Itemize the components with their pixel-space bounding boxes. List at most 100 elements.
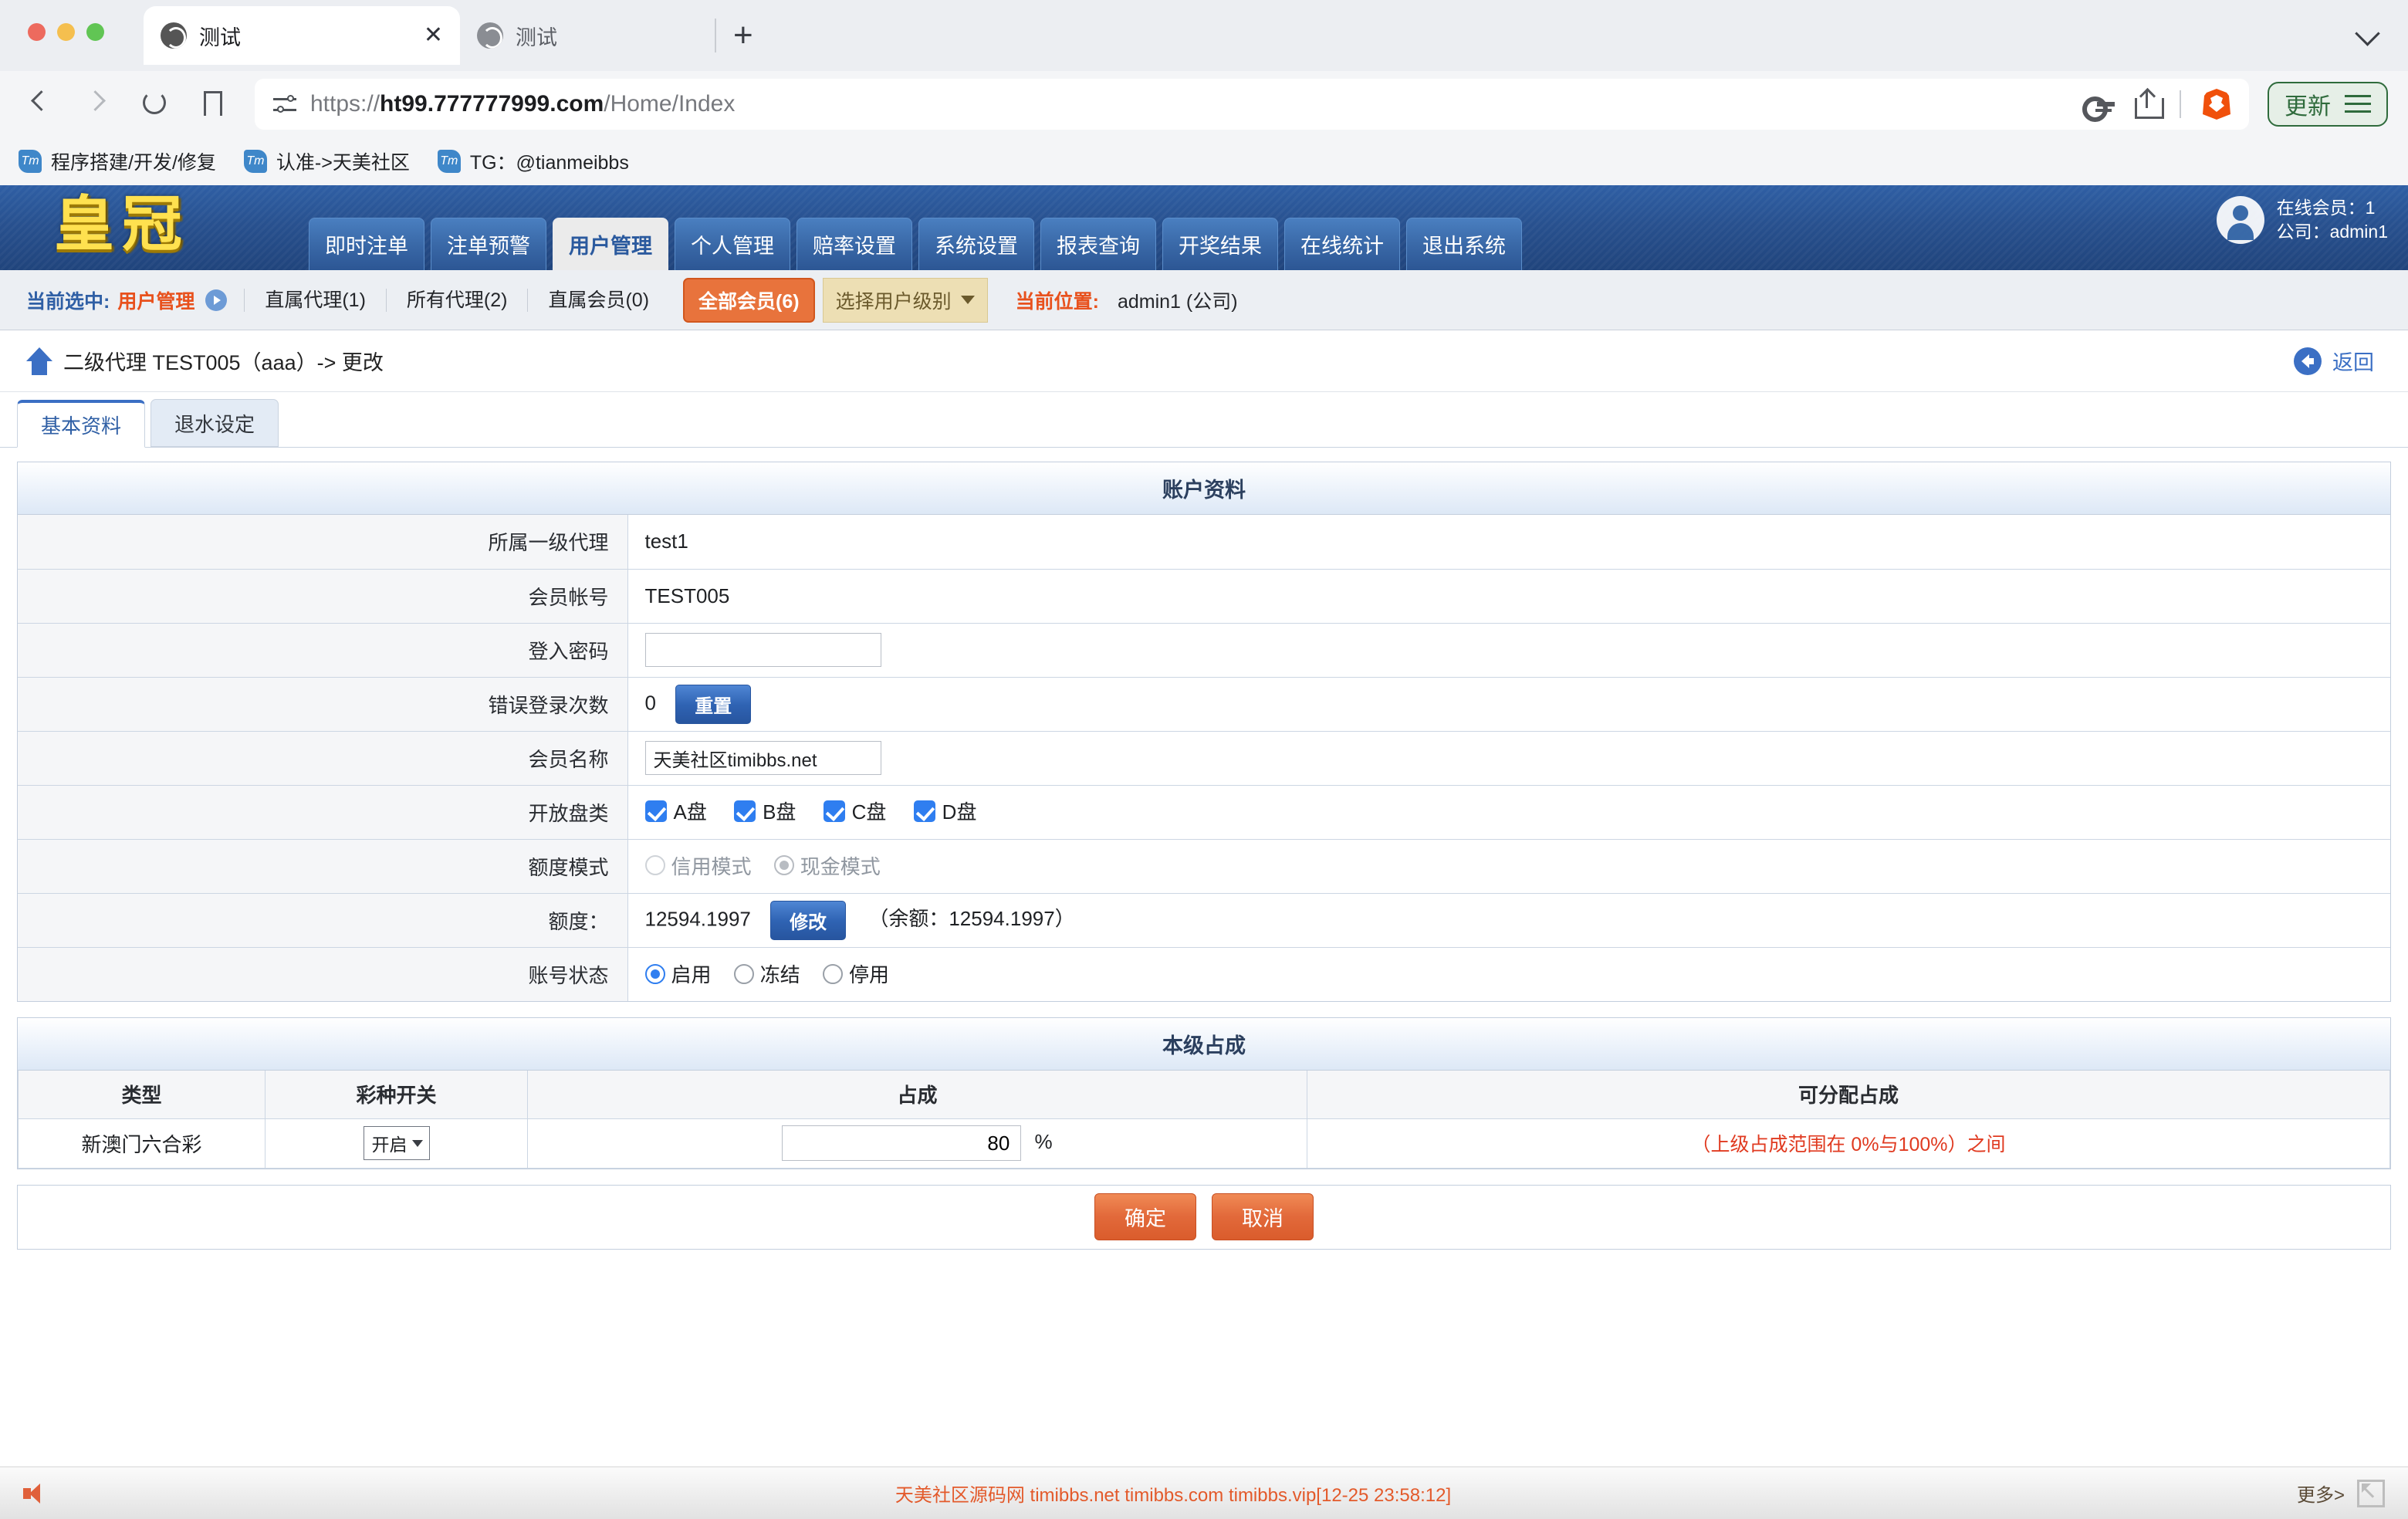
account-value: TEST005 — [644, 584, 730, 607]
site-logo: 皇冠 — [54, 190, 191, 259]
new-tab-button[interactable]: + — [733, 18, 753, 52]
cancel-button[interactable]: 取消 — [1212, 1193, 1314, 1240]
subnav-direct-agents[interactable]: 直属代理(1) — [244, 288, 386, 312]
table-row: 额度模式 信用模式 现金模式 — [18, 839, 2390, 893]
tab-rebate-settings[interactable]: 退水设定 — [150, 399, 279, 447]
tab-basic-info[interactable]: 基本资料 — [17, 400, 146, 448]
bookmark-item[interactable]: Tm 程序搭建/开发/修复 — [19, 147, 216, 175]
footer-more-link[interactable]: 更多> — [2297, 1479, 2385, 1507]
bookmark-item[interactable]: Tm 认准->天美社区 — [243, 147, 410, 175]
chevron-down-icon — [960, 296, 975, 304]
minimize-window-button[interactable] — [57, 23, 75, 41]
radio-credit-mode[interactable]: 信用模式 — [644, 851, 752, 880]
checkbox-b-pan[interactable]: B盘 — [734, 797, 796, 825]
quota-edit-button[interactable]: 修改 — [770, 900, 847, 940]
share-percent-input[interactable] — [782, 1125, 1022, 1161]
share-allocation-card: 本级占成 类型 彩种开关 占成 可分配占成 新澳门六合彩 开启 80 % （上级… — [17, 1017, 2391, 1169]
nav-tab-odds-settings[interactable]: 赔率设置 — [796, 218, 912, 270]
bookmark-button[interactable] — [187, 80, 236, 129]
reset-button[interactable]: 重置 — [675, 684, 752, 724]
subnav-all-agents[interactable]: 所有代理(2) — [385, 288, 528, 312]
chevron-down-icon[interactable] — [2357, 22, 2379, 43]
tab-close-icon[interactable]: ✕ — [424, 24, 443, 47]
page-footer: 天美社区源码网 timibbs.net timibbs.com timibbs.… — [0, 1467, 2408, 1519]
back-link[interactable]: 返回 — [2294, 346, 2374, 376]
browser-tab-1[interactable]: 测试 ✕ — [144, 6, 460, 65]
url-text: https://ht99.777777999.com/Home/Index — [310, 91, 736, 117]
current-position-label: 当前位置: — [1015, 290, 1099, 313]
nav-tab-system-settings[interactable]: 系统设置 — [918, 218, 1034, 270]
address-bar-actions — [2082, 87, 2232, 122]
column-header-type: 类型 — [18, 1071, 265, 1119]
chevron-down-icon — [411, 1139, 423, 1147]
reload-button[interactable] — [130, 80, 179, 129]
bookmark-item[interactable]: Tm TG：@tianmeibbs — [437, 147, 629, 175]
speaker-icon[interactable] — [23, 1482, 49, 1505]
password-key-icon[interactable] — [2082, 94, 2115, 122]
percent-sign-label: % — [1034, 1129, 1053, 1153]
radio-selected-icon — [773, 855, 794, 876]
current-selection-label: 当前选中: — [26, 290, 110, 313]
forward-button[interactable] — [73, 80, 122, 129]
user-info-box: 在线会员：1 公司：admin1 — [2216, 196, 2388, 244]
bookmark-favicon-icon: Tm — [243, 150, 267, 173]
checkbox-c-pan[interactable]: C盘 — [823, 797, 887, 825]
account-info-table: 所属一级代理 test1 会员帐号 TEST005 登入密码 错误登录次数 0 … — [18, 515, 2390, 1001]
subnav-direct-members[interactable]: 直属会员(0) — [527, 288, 669, 312]
nav-tab-report-query[interactable]: 报表查询 — [1040, 218, 1156, 270]
radio-status-frozen[interactable]: 冻结 — [733, 959, 800, 988]
current-selection-value: 用户管理 — [117, 290, 195, 313]
maximize-window-button[interactable] — [86, 23, 104, 41]
password-input[interactable] — [644, 633, 881, 667]
user-level-select[interactable]: 选择用户级别 — [822, 277, 988, 323]
share-allocation-table: 类型 彩种开关 占成 可分配占成 新澳门六合彩 开启 80 % （上级占成范围在… — [18, 1071, 2390, 1169]
expand-icon[interactable] — [2357, 1479, 2385, 1507]
nav-tab-draw-results[interactable]: 开奖结果 — [1162, 218, 1278, 270]
member-name-input[interactable] — [644, 741, 881, 775]
back-button[interactable] — [15, 80, 65, 129]
nav-tab-user-management[interactable]: 用户管理 — [553, 218, 668, 270]
update-button[interactable]: 更新 — [2268, 82, 2388, 127]
close-window-button[interactable] — [28, 23, 46, 41]
radio-cash-mode[interactable]: 现金模式 — [773, 851, 881, 880]
subnav-all-members-button[interactable]: 全部会员(6) — [683, 277, 815, 323]
nav-tab-instant-orders[interactable]: 即时注单 — [309, 218, 424, 270]
current-position-value: admin1 (公司) — [1117, 290, 1238, 313]
bookmark-label: 认准->天美社区 — [276, 152, 410, 174]
brave-shields-icon[interactable] — [2201, 88, 2232, 120]
hamburger-menu-icon[interactable] — [2345, 95, 2371, 113]
lottery-switch-select[interactable]: 开启 — [363, 1126, 430, 1160]
radio-unselected-icon — [823, 963, 843, 984]
share-icon[interactable] — [2135, 87, 2164, 119]
fail-count-label: 错误登录次数 — [18, 677, 628, 731]
account-info-card: 账户资料 所属一级代理 test1 会员帐号 TEST005 登入密码 错误登录… — [17, 462, 2391, 1002]
browser-tab-2[interactable]: 测试 — [460, 6, 692, 65]
bookmark-label: 程序搭建/开发/修复 — [51, 152, 216, 174]
browser-toolbar: https://ht99.777777999.com/Home/Index 更新 — [0, 71, 2408, 137]
checkbox-d-pan[interactable]: D盘 — [913, 797, 976, 825]
tab-title: 测试 — [199, 25, 241, 49]
nav-tab-logout[interactable]: 退出系统 — [1406, 218, 1522, 270]
bookmark-favicon-icon: Tm — [437, 150, 461, 173]
nav-tab-personal-management[interactable]: 个人管理 — [675, 218, 790, 270]
site-header: 皇冠 即时注单 注单预警 用户管理 个人管理 赔率设置 系统设置 报表查询 开奖… — [0, 185, 2408, 270]
address-bar[interactable]: https://ht99.777777999.com/Home/Index — [255, 79, 2249, 130]
account-info-title: 账户资料 — [18, 462, 2390, 515]
nav-tab-order-alerts[interactable]: 注单预警 — [431, 218, 546, 270]
credit-mode-label: 额度模式 — [18, 839, 628, 893]
column-header-allocatable: 可分配占成 — [1307, 1071, 2390, 1119]
site-settings-icon[interactable] — [273, 94, 296, 114]
confirm-button[interactable]: 确定 — [1094, 1193, 1196, 1240]
checkbox-a-pan[interactable]: A盘 — [644, 797, 707, 825]
checkbox-label: C盘 — [851, 800, 887, 824]
bookmarks-bar: Tm 程序搭建/开发/修复 Tm 认准->天美社区 Tm TG：@tianmei… — [0, 137, 2408, 185]
radio-status-disabled[interactable]: 停用 — [823, 959, 889, 988]
allocatable-range-hint: （上级占成范围在 0%与100%）之间 — [1691, 1134, 2006, 1155]
checkbox-label: A盘 — [673, 800, 707, 824]
nav-tab-online-stats[interactable]: 在线统计 — [1284, 218, 1400, 270]
tab-title: 测试 — [516, 25, 557, 49]
parent-agent-value: test1 — [644, 529, 688, 553]
user-avatar-icon — [2216, 196, 2264, 244]
home-icon[interactable] — [26, 347, 52, 375]
radio-status-enabled[interactable]: 启用 — [644, 959, 712, 988]
